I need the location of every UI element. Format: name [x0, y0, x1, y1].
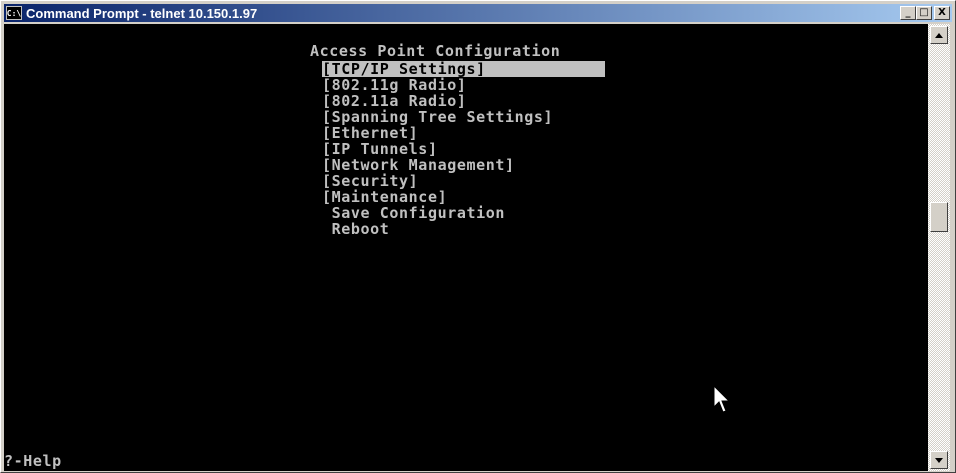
menu-item-ethernet[interactable]: [Ethernet] — [322, 125, 418, 141]
config-heading: Access Point Configuration — [310, 42, 561, 60]
title-bar[interactable]: C:\ Command Prompt - telnet 10.150.1.97 … — [4, 4, 952, 22]
menu-item-network-management[interactable]: [Network Management] — [322, 157, 515, 173]
up-arrow-icon — [935, 32, 943, 38]
menu-item-maintenance[interactable]: [Maintenance] — [322, 189, 447, 205]
menu-item-security[interactable]: [Security] — [322, 173, 418, 189]
command-prompt-icon[interactable]: C:\ — [6, 6, 22, 20]
help-hint: ?-Help — [4, 452, 62, 470]
terminal-area[interactable]: Access Point Configuration [TCP/IP Setti… — [4, 24, 928, 471]
vertical-scrollbar[interactable] — [928, 24, 950, 471]
window-title: Command Prompt - telnet 10.150.1.97 — [26, 5, 258, 21]
maximize-button[interactable]: □ — [916, 6, 932, 20]
window-controls: _ □ X — [900, 6, 950, 20]
menu-item-ip-tunnels[interactable]: [IP Tunnels] — [322, 141, 438, 157]
scroll-thumb[interactable] — [930, 202, 948, 232]
menu-item-80211a-radio[interactable]: [802.11a Radio] — [322, 93, 466, 109]
close-button[interactable]: X — [934, 6, 950, 20]
menu-item-save-configuration[interactable]: Save Configuration — [322, 205, 505, 221]
menu-item-80211g-radio[interactable]: [802.11g Radio] — [322, 77, 466, 93]
minimize-button[interactable]: _ — [900, 6, 916, 20]
scroll-up-button[interactable] — [930, 26, 948, 44]
console-window: C:\ Command Prompt - telnet 10.150.1.97 … — [0, 0, 956, 473]
menu-item-reboot[interactable]: Reboot — [322, 221, 389, 237]
scroll-down-button[interactable] — [930, 451, 948, 469]
mouse-pointer-icon — [713, 385, 731, 413]
menu-item-spanning-tree[interactable]: [Spanning Tree Settings] — [322, 109, 553, 125]
menu-item-tcpip[interactable]: [TCP/IP Settings] — [322, 61, 605, 77]
down-arrow-icon — [935, 457, 943, 463]
